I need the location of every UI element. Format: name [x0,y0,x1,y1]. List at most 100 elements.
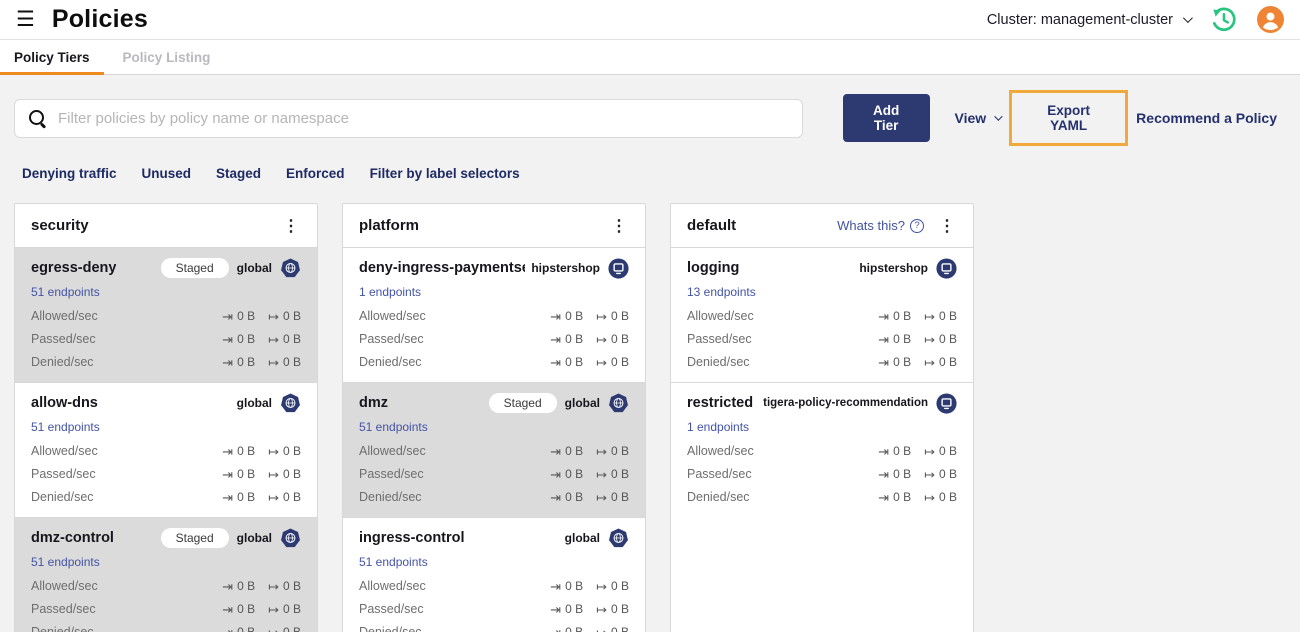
ingress-arrow-icon: ⇥ [222,489,234,505]
global-scope-icon [280,257,301,279]
metric-label-passed: Passed/sec [31,602,96,616]
staged-badge: Staged [160,258,229,278]
policy-card-deny-ingress-paymentservice[interactable]: deny-ingress-paymentservi... hipstershop… [343,248,645,383]
endpoints-link[interactable]: 51 endpoints [359,420,428,434]
page-title: Policies [51,5,148,33]
export-yaml-button[interactable]: Export YAML [1009,90,1129,146]
egress-arrow-icon: ↦ [924,331,935,347]
egress-metric: ↦ 0 B [596,625,629,632]
policy-card-ingress-control[interactable]: ingress-control global 51 endpoints Allo… [343,518,645,632]
egress-metric: ↦ 0 B [924,490,957,504]
endpoints-link[interactable]: 1 endpoints [687,420,749,434]
tab-policy-tiers[interactable]: Policy Tiers [0,40,104,75]
egress-arrow-icon: ↦ [596,489,607,505]
metric-label-allowed: Allowed/sec [359,579,426,593]
namespace-icon [936,392,957,414]
egress-metric: ↦ 0 B [924,309,957,323]
metric-label-denied: Denied/sec [359,490,422,504]
search-input[interactable] [58,109,790,127]
recommend-policy-button[interactable]: Recommend a Policy [1136,110,1277,126]
filter-by-label-selectors[interactable]: Filter by label selectors [370,166,520,181]
egress-arrow-icon: ↦ [596,578,607,594]
cluster-selector-label: Cluster: management-cluster [986,11,1173,28]
namespace-icon [936,257,957,279]
policy-card-dmz-control[interactable]: dmz-control Staged global 51 endpoints A… [15,518,317,632]
global-scope-icon [280,392,301,414]
ingress-rate: 0 B [565,490,584,504]
chevron-down-icon [1182,13,1193,24]
filter-denying-traffic[interactable]: Denying traffic [22,166,117,181]
filter-staged[interactable]: Staged [216,166,261,181]
ingress-arrow-icon: ⇥ [222,578,234,594]
egress-arrow-icon: ↦ [596,443,607,459]
add-tier-button[interactable]: Add Tier [842,94,930,142]
view-dropdown[interactable]: View [954,110,1003,126]
ingress-metric: ⇥ 0 B [222,444,255,458]
egress-arrow-icon: ↦ [268,466,279,482]
metric-label-passed: Passed/sec [687,332,752,346]
endpoints-link[interactable]: 13 endpoints [687,285,756,299]
metric-label-passed: Passed/sec [31,467,96,481]
metric-label-allowed: Allowed/sec [359,444,426,458]
metric-label-passed: Passed/sec [359,332,424,346]
toolbar: Add Tier View Export YAML Recommend a Po… [0,75,1300,146]
ingress-arrow-icon: ⇥ [550,308,562,324]
policy-card-allow-dns[interactable]: allow-dns global 51 endpoints Allowed/se… [15,383,317,518]
policy-name: dmz [359,395,388,411]
kebab-menu-icon[interactable]: ⋮ [609,216,629,236]
policy-name: egress-deny [31,260,117,276]
endpoints-link[interactable]: 51 endpoints [31,555,100,569]
filter-unused[interactable]: Unused [142,166,192,181]
egress-metric: ↦ 0 B [268,602,301,616]
ingress-metric: ⇥ 0 B [550,444,583,458]
egress-metric: ↦ 0 B [268,625,301,632]
policy-card-dmz[interactable]: dmz Staged global 51 endpoints Allowed/s… [343,383,645,518]
quick-filters: Denying traffic Unused Staged Enforced F… [0,166,1300,181]
global-scope-icon [608,392,629,414]
metric-label-passed: Passed/sec [359,467,424,481]
scope-label: global [236,261,272,275]
tab-policy-listing[interactable]: Policy Listing [109,40,225,74]
endpoints-link[interactable]: 51 endpoints [359,555,428,569]
egress-metric: ↦ 0 B [268,332,301,346]
egress-rate: 0 B [938,332,957,346]
egress-rate: 0 B [610,602,629,616]
tier-board: security ⋮ egress-deny Staged global 51 … [0,203,1300,632]
view-dropdown-label: View [954,110,987,126]
egress-rate: 0 B [938,444,957,458]
egress-arrow-icon: ↦ [268,354,279,370]
egress-metric: ↦ 0 B [596,309,629,323]
ingress-arrow-icon: ⇥ [550,578,562,594]
egress-rate: 0 B [610,444,629,458]
filter-enforced[interactable]: Enforced [286,166,345,181]
ingress-arrow-icon: ⇥ [550,443,562,459]
policy-card-restricted[interactable]: restricted tigera-policy-recommendation … [671,383,973,517]
hamburger-menu-icon[interactable]: ☰ [16,9,35,30]
ingress-metric: ⇥ 0 B [878,467,911,481]
kebab-menu-icon[interactable]: ⋮ [281,216,301,236]
cluster-selector[interactable]: Cluster: management-cluster [986,11,1193,28]
ingress-arrow-icon: ⇥ [550,601,562,617]
endpoints-link[interactable]: 51 endpoints [31,420,100,434]
whats-this-link[interactable]: Whats this? ? [837,218,924,233]
chevron-down-icon [994,112,1003,121]
ingress-rate: 0 B [237,444,256,458]
staged-badge: Staged [488,393,557,413]
history-icon[interactable] [1210,6,1237,33]
scope-label: global [564,396,600,410]
egress-arrow-icon: ↦ [268,601,279,617]
policy-card-logging[interactable]: logging hipstershop 13 endpoints Allowed… [671,248,973,383]
user-avatar[interactable] [1257,6,1284,33]
ingress-arrow-icon: ⇥ [878,443,890,459]
policy-card-egress-deny[interactable]: egress-deny Staged global 51 endpoints A… [15,248,317,383]
egress-metric: ↦ 0 B [596,602,629,616]
scope-label: hipstershop [531,261,600,275]
metric-label-allowed: Allowed/sec [31,444,98,458]
metric-label-denied: Denied/sec [359,625,422,632]
endpoints-link[interactable]: 51 endpoints [31,285,100,299]
kebab-menu-icon[interactable]: ⋮ [937,216,957,236]
ingress-rate: 0 B [893,467,912,481]
tier-header: security ⋮ [15,204,317,248]
endpoints-link[interactable]: 1 endpoints [359,285,421,299]
ingress-rate: 0 B [237,467,256,481]
